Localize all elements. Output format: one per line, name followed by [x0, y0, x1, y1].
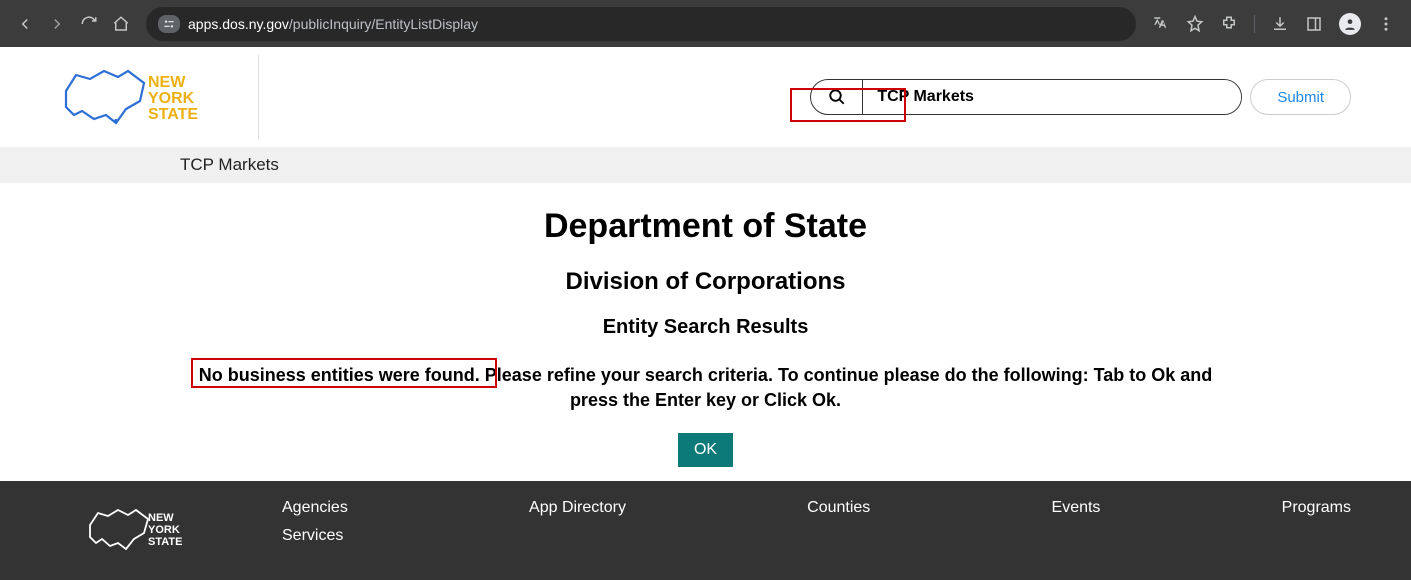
- svg-text:NEW: NEW: [148, 74, 186, 91]
- footer-counties[interactable]: Counties: [807, 499, 870, 517]
- msg-rest-1: Please refine your search criteria. To c…: [480, 365, 1213, 385]
- search-icon[interactable]: [811, 80, 863, 114]
- search-box: [810, 79, 1242, 115]
- translate-icon[interactable]: [1152, 15, 1170, 33]
- page-subtitle: Division of Corporations: [60, 268, 1351, 296]
- footer-programs[interactable]: Programs: [1282, 499, 1351, 517]
- home-icon[interactable]: [112, 15, 130, 33]
- footer-links: Agencies Services App Directory Counties…: [282, 499, 1351, 545]
- msg-lead: No business entities were found.: [199, 365, 480, 385]
- svg-text:STATE: STATE: [148, 536, 182, 548]
- footer-services[interactable]: Services: [282, 527, 348, 545]
- footer-agencies[interactable]: Agencies: [282, 499, 348, 517]
- result-message: No business entities were found. Please …: [199, 363, 1213, 413]
- main-content: Department of State Division of Corporat…: [0, 183, 1411, 481]
- page-title: Department of State: [60, 207, 1351, 246]
- star-icon[interactable]: [1186, 15, 1204, 33]
- search-term-text: TCP Markets: [180, 155, 279, 175]
- browser-right-icons: [1144, 13, 1403, 35]
- svg-text:NEW: NEW: [148, 512, 174, 524]
- forward-icon[interactable]: [48, 15, 66, 33]
- extensions-icon[interactable]: [1220, 15, 1238, 33]
- separator: [1254, 15, 1255, 33]
- svg-text:YORK: YORK: [148, 90, 195, 107]
- section-title: Entity Search Results: [60, 316, 1351, 339]
- nav-buttons: [8, 15, 138, 33]
- page-header: NEW YORK STATE Submit: [0, 47, 1411, 147]
- footer-app-directory[interactable]: App Directory: [529, 499, 626, 517]
- search-input[interactable]: [863, 80, 1241, 114]
- search-term-bar: TCP Markets: [0, 147, 1411, 183]
- svg-text:YORK: YORK: [148, 524, 180, 536]
- menu-icon[interactable]: [1377, 15, 1395, 33]
- address-bar[interactable]: apps.dos.ny.gov/publicInquiry/EntityList…: [146, 7, 1136, 41]
- panel-icon[interactable]: [1305, 15, 1323, 33]
- search-area: Submit: [810, 79, 1351, 115]
- back-icon[interactable]: [16, 15, 34, 33]
- submit-button[interactable]: Submit: [1250, 79, 1351, 115]
- url-text: apps.dos.ny.gov/publicInquiry/EntityList…: [188, 16, 478, 32]
- svg-text:STATE: STATE: [148, 106, 198, 123]
- msg-rest-2: press the Enter key or Click Ok.: [570, 390, 841, 410]
- site-settings-icon[interactable]: [158, 15, 180, 33]
- footer-logo[interactable]: NEW YORK STATE: [86, 499, 282, 562]
- nys-logo[interactable]: NEW YORK STATE: [60, 57, 240, 137]
- footer-events[interactable]: Events: [1052, 499, 1101, 517]
- ok-button[interactable]: OK: [678, 433, 733, 467]
- download-icon[interactable]: [1271, 15, 1289, 33]
- browser-toolbar: apps.dos.ny.gov/publicInquiry/EntityList…: [0, 0, 1411, 47]
- header-divider: [258, 55, 259, 139]
- profile-icon[interactable]: [1339, 13, 1361, 35]
- reload-icon[interactable]: [80, 15, 98, 33]
- footer: NEW YORK STATE Agencies Services App Dir…: [0, 481, 1411, 580]
